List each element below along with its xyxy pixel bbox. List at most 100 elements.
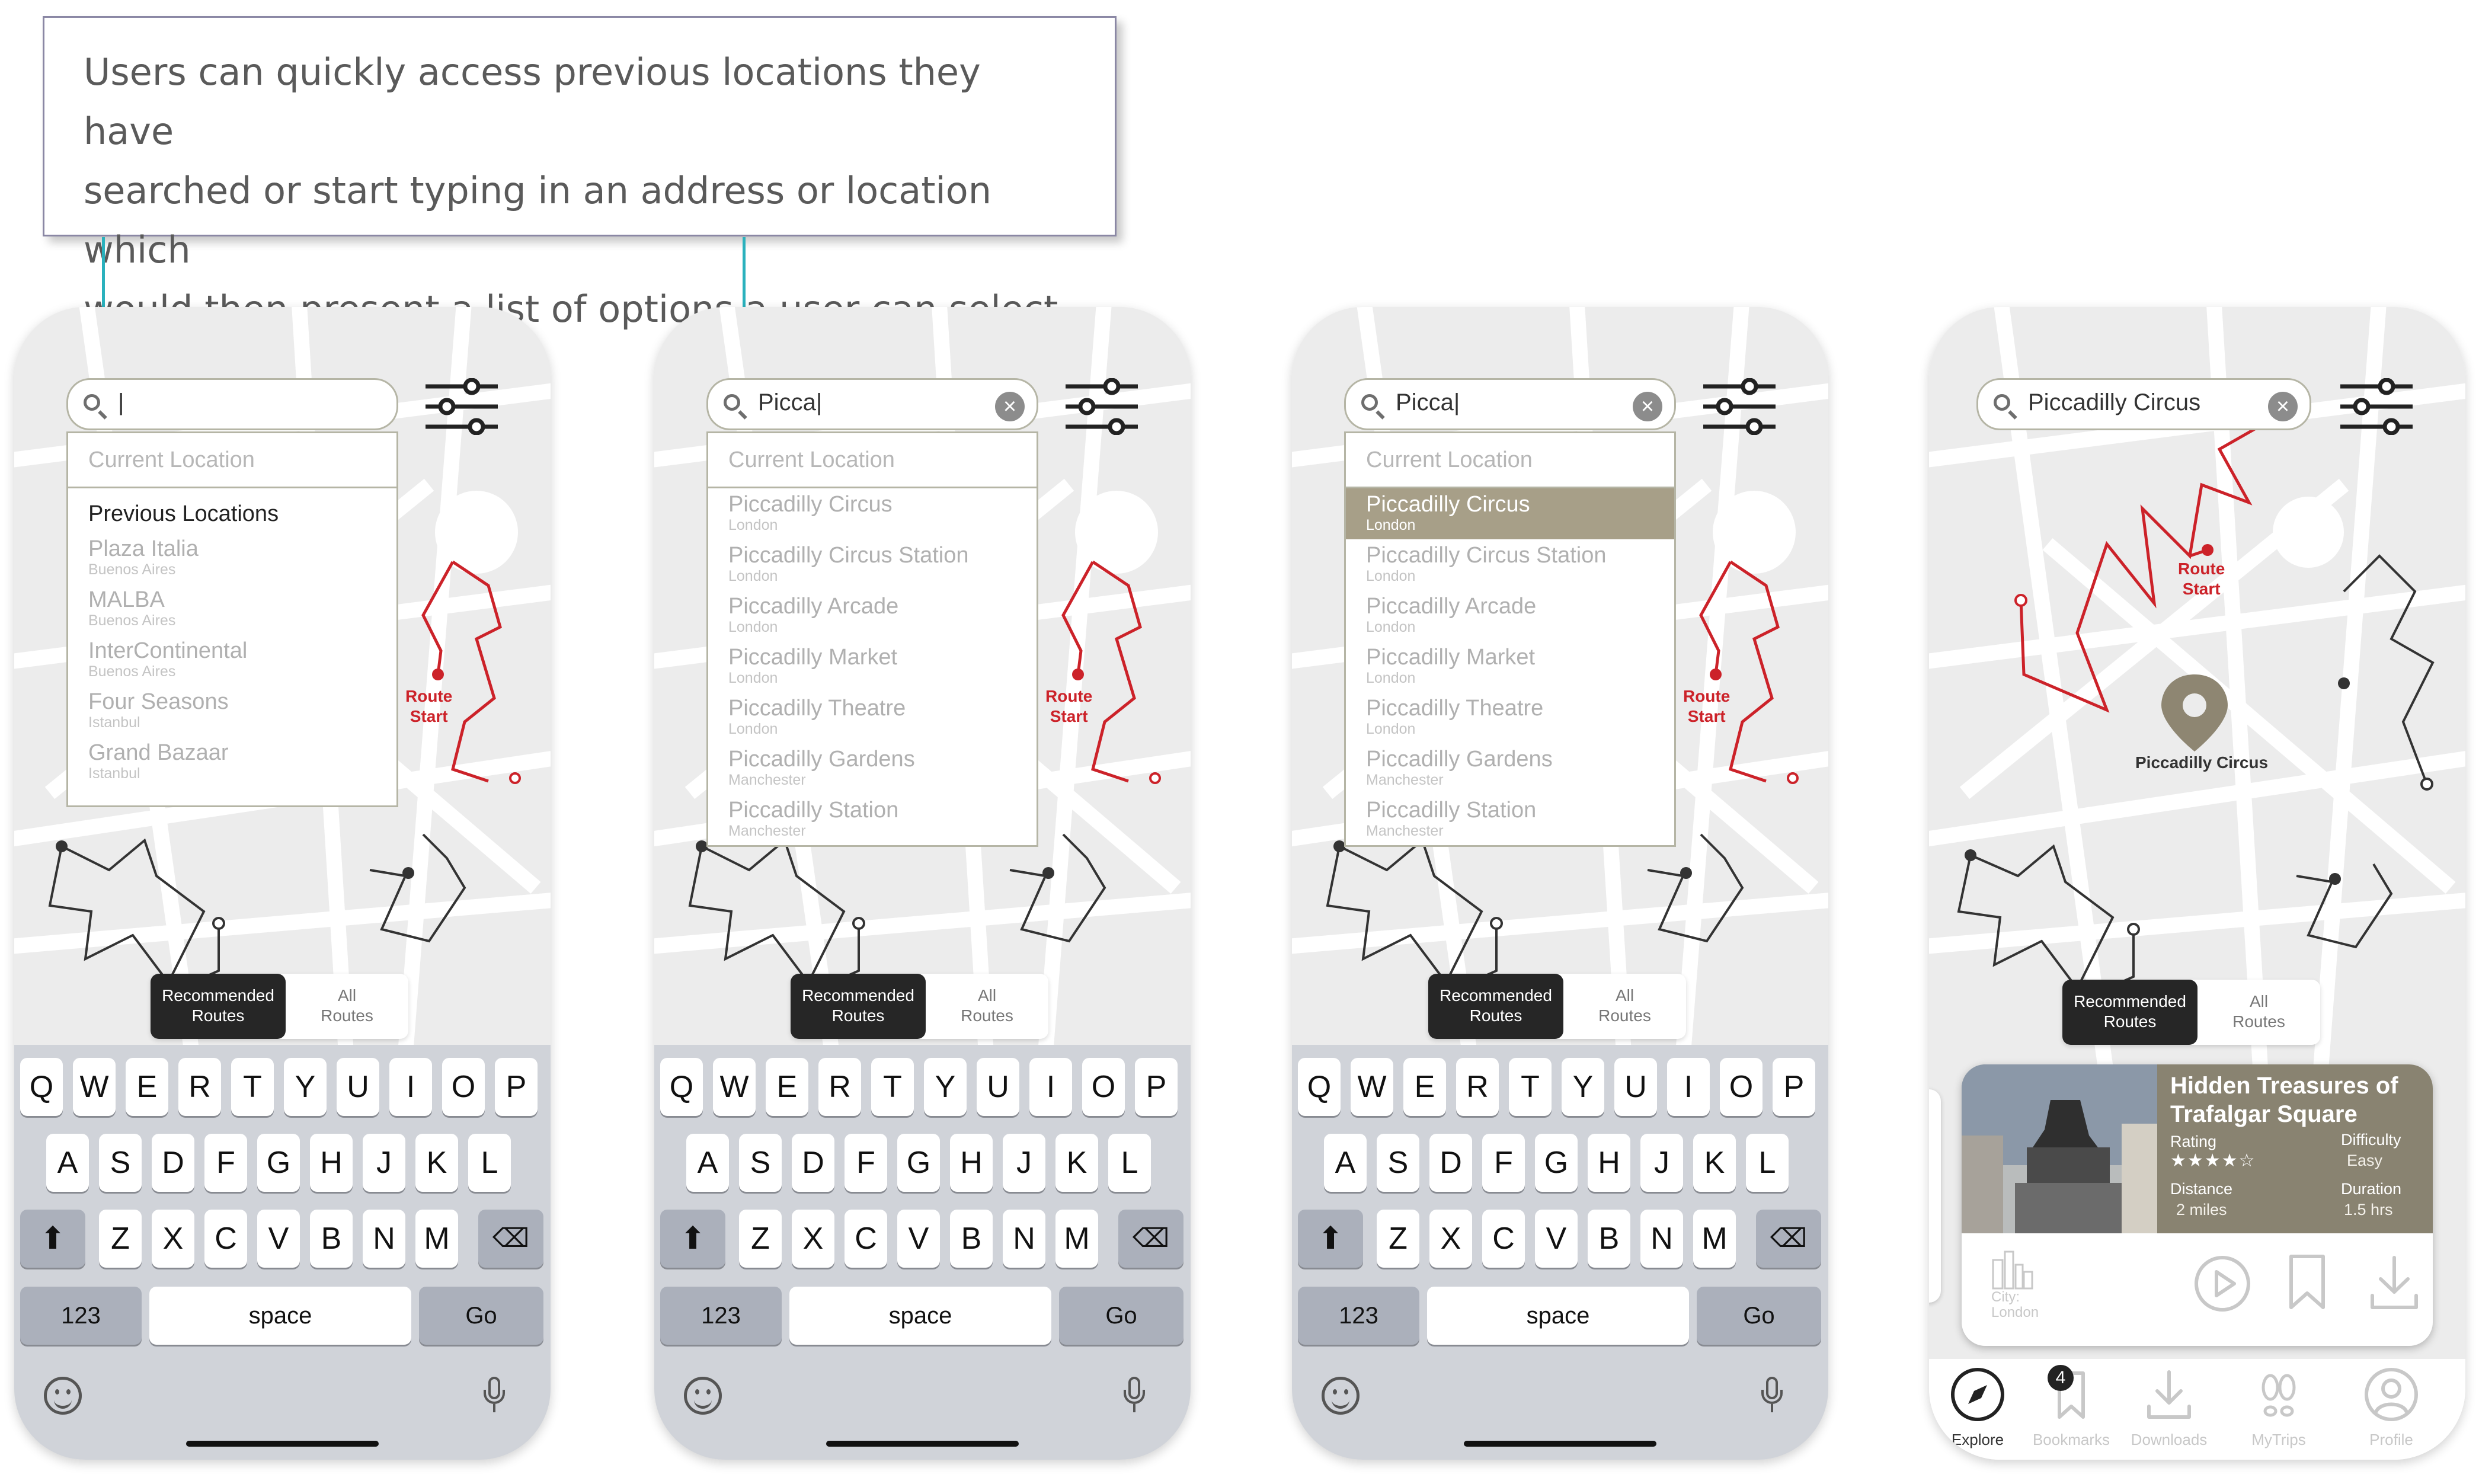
bookmark-icon[interactable] <box>2286 1253 2328 1312</box>
key-f[interactable]: F <box>845 1134 887 1192</box>
key-w[interactable]: W <box>713 1058 756 1116</box>
current-location-option[interactable]: Current Location <box>1346 433 1674 488</box>
route-card-peek[interactable] <box>1929 1089 1941 1303</box>
list-item[interactable]: Piccadilly Station Manchester <box>708 794 1037 845</box>
key-x[interactable]: X <box>792 1210 834 1268</box>
key-n[interactable]: N <box>1003 1210 1045 1268</box>
space-key[interactable]: space <box>1427 1287 1689 1345</box>
all-routes-tab[interactable]: All Routes <box>2197 980 2320 1045</box>
backspace-icon[interactable]: ⌫ <box>478 1210 543 1268</box>
close-icon[interactable]: × <box>1633 392 1662 421</box>
key-o[interactable]: O <box>1720 1058 1763 1116</box>
all-routes-tab[interactable]: All Routes <box>926 974 1048 1039</box>
numbers-key[interactable]: 123 <box>20 1287 142 1345</box>
shift-icon[interactable]: ⬆ <box>660 1210 725 1268</box>
key-r[interactable]: R <box>818 1058 861 1116</box>
go-key[interactable]: Go <box>1059 1287 1183 1345</box>
list-item[interactable]: Piccadilly Circus Station London <box>1346 539 1674 590</box>
key-g[interactable]: G <box>897 1134 940 1192</box>
key-l[interactable]: L <box>1746 1134 1789 1192</box>
key-j[interactable]: J <box>363 1134 405 1192</box>
key-m[interactable]: M <box>1693 1210 1736 1268</box>
list-item[interactable]: Piccadilly Market London <box>1346 641 1674 692</box>
emoji-icon[interactable] <box>44 1377 82 1415</box>
key-y[interactable]: Y <box>924 1058 967 1116</box>
key-k[interactable]: K <box>1055 1134 1098 1192</box>
search-input[interactable]: Picca| × <box>1344 378 1676 430</box>
search-input[interactable]: Picca| × <box>706 378 1038 430</box>
sliders-icon[interactable] <box>1701 378 1778 435</box>
list-item[interactable]: InterContinental Buenos Aires <box>68 635 396 686</box>
key-f[interactable]: F <box>1482 1134 1525 1192</box>
download-icon[interactable] <box>2368 1253 2421 1312</box>
space-key[interactable]: space <box>149 1287 411 1345</box>
tab-profile[interactable]: Profile <box>2344 1365 2439 1449</box>
backspace-icon[interactable]: ⌫ <box>1756 1210 1821 1268</box>
key-t[interactable]: T <box>1509 1058 1552 1116</box>
key-h[interactable]: H <box>310 1134 353 1192</box>
key-i[interactable]: I <box>1667 1058 1710 1116</box>
key-o[interactable]: O <box>1082 1058 1125 1116</box>
key-a[interactable]: A <box>1324 1134 1367 1192</box>
key-q[interactable]: Q <box>1298 1058 1341 1116</box>
key-p[interactable]: P <box>1773 1058 1815 1116</box>
key-x[interactable]: X <box>152 1210 194 1268</box>
key-r[interactable]: R <box>178 1058 221 1116</box>
list-item[interactable]: Four Seasons Istanbul <box>68 686 396 737</box>
key-d[interactable]: D <box>152 1134 194 1192</box>
go-key[interactable]: Go <box>1697 1287 1821 1345</box>
shift-icon[interactable]: ⬆ <box>1298 1210 1363 1268</box>
key-j[interactable]: J <box>1640 1134 1683 1192</box>
key-z[interactable]: Z <box>1377 1210 1419 1268</box>
key-e[interactable]: E <box>1403 1058 1446 1116</box>
all-routes-tab[interactable]: All Routes <box>1563 974 1686 1039</box>
current-location-option[interactable]: Current Location <box>708 433 1037 488</box>
key-h[interactable]: H <box>1588 1134 1630 1192</box>
emoji-icon[interactable] <box>684 1377 722 1415</box>
key-z[interactable]: Z <box>99 1210 142 1268</box>
key-c[interactable]: C <box>845 1210 887 1268</box>
key-i[interactable]: I <box>1029 1058 1072 1116</box>
recommended-routes-tab[interactable]: Recommended Routes <box>1428 974 1563 1039</box>
key-q[interactable]: Q <box>660 1058 703 1116</box>
key-e[interactable]: E <box>766 1058 808 1116</box>
all-routes-tab[interactable]: All Routes <box>286 974 408 1039</box>
numbers-key[interactable]: 123 <box>660 1287 782 1345</box>
key-n[interactable]: N <box>363 1210 405 1268</box>
key-t[interactable]: T <box>231 1058 274 1116</box>
microphone-icon[interactable] <box>1122 1377 1146 1416</box>
key-y[interactable]: Y <box>284 1058 327 1116</box>
key-s[interactable]: S <box>99 1134 142 1192</box>
route-card[interactable]: Hidden Treasures of Trafalgar Square Rati… <box>1962 1064 2433 1346</box>
list-item[interactable]: MALBA Buenos Aires <box>68 584 396 635</box>
tab-downloads[interactable]: Downloads <box>2122 1365 2216 1449</box>
key-n[interactable]: N <box>1640 1210 1683 1268</box>
key-g[interactable]: G <box>1535 1134 1578 1192</box>
key-v[interactable]: V <box>1535 1210 1578 1268</box>
search-input[interactable]: | <box>66 378 398 430</box>
close-icon[interactable]: × <box>995 392 1025 421</box>
backspace-icon[interactable]: ⌫ <box>1118 1210 1183 1268</box>
microphone-icon[interactable] <box>1760 1377 1784 1416</box>
play-icon[interactable] <box>2193 1254 2252 1313</box>
key-r[interactable]: R <box>1456 1058 1499 1116</box>
key-a[interactable]: A <box>686 1134 729 1192</box>
go-key[interactable]: Go <box>419 1287 543 1345</box>
key-b[interactable]: B <box>310 1210 353 1268</box>
list-item[interactable]: Piccadilly Gardens Manchester <box>708 743 1037 794</box>
key-m[interactable]: M <box>1055 1210 1098 1268</box>
shift-icon[interactable]: ⬆ <box>20 1210 85 1268</box>
key-v[interactable]: V <box>897 1210 940 1268</box>
sliders-icon[interactable] <box>1063 378 1140 435</box>
list-item[interactable]: Piccadilly Circus Station London <box>708 539 1037 590</box>
key-p[interactable]: P <box>495 1058 538 1116</box>
microphone-icon[interactable] <box>482 1377 506 1416</box>
key-q[interactable]: Q <box>20 1058 63 1116</box>
emoji-icon[interactable] <box>1322 1377 1360 1415</box>
key-j[interactable]: J <box>1003 1134 1045 1192</box>
key-u[interactable]: U <box>337 1058 379 1116</box>
list-item[interactable]: Piccadilly Arcade London <box>708 590 1037 641</box>
key-t[interactable]: T <box>871 1058 914 1116</box>
space-key[interactable]: space <box>789 1287 1051 1345</box>
key-d[interactable]: D <box>792 1134 834 1192</box>
